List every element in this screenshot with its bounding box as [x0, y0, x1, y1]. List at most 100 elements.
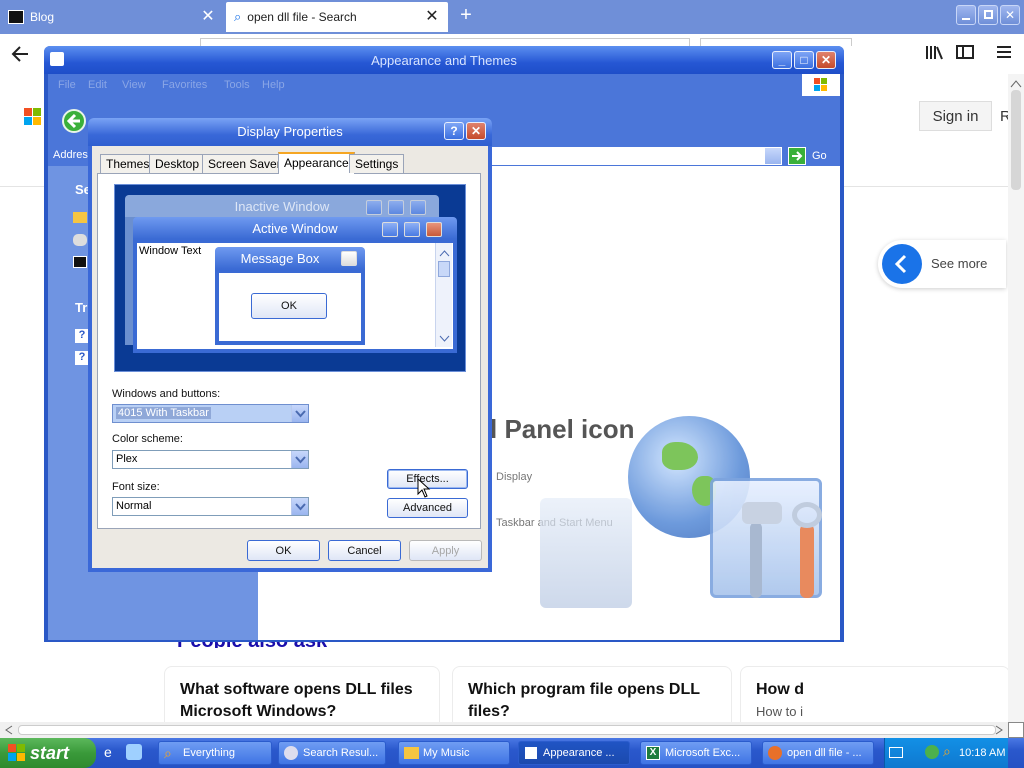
minimize-browser-button[interactable] — [956, 5, 976, 25]
dropdown-arrow-icon[interactable] — [291, 451, 308, 468]
window-icon — [525, 747, 537, 759]
ie-quicklaunch-icon[interactable]: e — [104, 744, 120, 760]
start-label: start — [30, 742, 70, 763]
search-bar[interactable] — [700, 38, 852, 46]
tab-desktop[interactable]: Desktop — [149, 154, 206, 173]
scroll-thumb[interactable] — [18, 725, 996, 735]
task-link-display[interactable]: Display — [496, 471, 532, 483]
scroll-up-icon[interactable] — [1010, 78, 1022, 88]
question-card[interactable]: What software opens DLL files Microsoft … — [164, 666, 440, 726]
question-card[interactable]: Which program file opens DLL files? — [452, 666, 732, 726]
close-tab-icon[interactable]: ✕ — [200, 9, 216, 25]
help-button[interactable]: ? — [444, 122, 464, 140]
pane-heading: Tr — [75, 300, 88, 315]
close-tab-icon[interactable]: ✕ — [424, 9, 440, 25]
cancel-button[interactable]: Cancel — [328, 540, 401, 561]
search-icon[interactable]: ⌕ — [943, 743, 951, 760]
advanced-button[interactable]: Advanced — [387, 498, 468, 518]
taskbar-item-browser[interactable]: open dll file - ... — [762, 741, 874, 765]
font-size-select[interactable]: Normal — [112, 497, 309, 516]
back-button[interactable] — [4, 38, 36, 70]
scroll-corner — [1008, 722, 1024, 738]
chevron-left-icon — [882, 244, 922, 284]
see-more-label: See more — [931, 256, 988, 271]
appearance-preview: Inactive Window Active Window Window Tex… — [114, 184, 466, 372]
back-arrow-icon[interactable] — [62, 109, 86, 133]
dropdown-arrow-icon[interactable] — [291, 405, 308, 422]
restore-browser-button[interactable] — [978, 5, 998, 25]
address-input[interactable] — [488, 147, 782, 165]
keyboard-icon[interactable] — [889, 747, 903, 758]
tab-search[interactable]: ⌕ open dll file - Search ✕ — [226, 2, 448, 32]
menu-favorites[interactable]: Favorites — [162, 79, 207, 91]
address-bar[interactable] — [200, 38, 690, 46]
scroll-right-icon[interactable] — [994, 725, 1004, 735]
back-arrow-icon — [11, 46, 28, 62]
question-snippet: How to i — [756, 704, 803, 719]
window-text-sample: Window Text — [139, 245, 202, 257]
menu-tools[interactable]: Tools — [224, 79, 250, 91]
new-tab-icon[interactable]: + — [456, 5, 476, 26]
menu-file[interactable]: File — [58, 79, 76, 91]
dialog-title: Display Properties — [237, 124, 343, 139]
color-scheme-select[interactable]: Plex — [112, 450, 309, 469]
clock[interactable]: 10:18 AM — [959, 747, 1005, 759]
menu-help[interactable]: Help — [262, 79, 285, 91]
tab-blog[interactable]: Blog ✕ — [0, 2, 224, 32]
tools-icon — [742, 498, 828, 602]
close-dialog-button[interactable]: ✕ — [466, 122, 486, 140]
apply-button[interactable]: Apply — [409, 540, 482, 561]
help-icon: ? — [75, 329, 89, 343]
menu-view[interactable]: View — [122, 79, 146, 91]
menu-edit[interactable]: Edit — [88, 79, 107, 91]
vertical-scrollbar[interactable] — [1008, 74, 1024, 722]
dialog-titlebar[interactable]: Display Properties ? ✕ — [88, 118, 492, 146]
menu-icon[interactable] — [996, 44, 1016, 62]
question-text: Which program file opens DLL files? — [468, 681, 700, 720]
tray-icon[interactable] — [925, 745, 939, 759]
window-titlebar[interactable]: Appearance and Themes _ □ ✕ — [44, 46, 844, 74]
folder-icon — [404, 747, 419, 759]
start-button[interactable]: start — [0, 738, 96, 768]
search-results-icon — [284, 746, 298, 760]
quicklaunch-icon[interactable] — [126, 744, 142, 760]
taskbar-item-excel[interactable]: X Microsoft Exc... — [640, 741, 752, 765]
taskbar-item-my-music[interactable]: My Music — [398, 741, 510, 765]
question-text: What software opens DLL files Microsoft … — [180, 681, 413, 720]
close-browser-button[interactable]: ✕ — [1000, 5, 1020, 25]
see-more-button[interactable]: See more — [878, 240, 1006, 288]
scroll-left-icon[interactable] — [4, 725, 14, 735]
tab-settings[interactable]: Settings — [349, 154, 405, 173]
windows-buttons-select[interactable]: 4015 With Taskbar — [112, 404, 309, 423]
question-card[interactable]: How d How to i — [740, 666, 1010, 726]
sidebar-icon[interactable] — [956, 44, 976, 62]
scroll-thumb[interactable] — [1011, 90, 1021, 190]
tab-screen-saver[interactable]: Screen Saver — [202, 154, 287, 173]
taskbar-item-everything[interactable]: ⌕ Everything — [158, 741, 272, 765]
taskbar-item-search-results[interactable]: Search Resul... — [278, 741, 386, 765]
mouse-icon — [73, 234, 87, 246]
tab-label: Blog — [30, 10, 55, 24]
address-dropdown-icon[interactable] — [765, 148, 781, 164]
blog-favicon-icon — [8, 10, 24, 24]
tab-themes[interactable]: Themes — [100, 154, 156, 173]
taskbar-item-appearance[interactable]: Appearance ... — [518, 741, 630, 765]
microsoft-logo-icon[interactable] — [24, 108, 41, 125]
tab-label: open dll file - Search — [247, 10, 357, 24]
close-window-button[interactable]: ✕ — [816, 51, 836, 69]
question-text: How d — [756, 681, 804, 698]
horizontal-scrollbar[interactable] — [0, 722, 1008, 738]
minimize-window-button[interactable]: _ — [772, 51, 792, 69]
sign-in-button[interactable]: Sign in — [919, 101, 992, 131]
maximize-window-button[interactable]: □ — [794, 51, 814, 69]
windows-flag-icon — [802, 74, 840, 96]
search-favicon-icon: ⌕ — [234, 9, 242, 24]
dropdown-arrow-icon[interactable] — [291, 498, 308, 515]
go-arrow-icon[interactable] — [788, 147, 806, 165]
library-icon[interactable] — [925, 44, 945, 62]
ok-button[interactable]: OK — [247, 540, 320, 561]
tab-appearance[interactable]: Appearance — [278, 152, 355, 174]
window-title: Appearance and Themes — [371, 53, 517, 68]
go-label[interactable]: Go — [812, 150, 827, 162]
preview-ok-button: OK — [251, 293, 327, 319]
